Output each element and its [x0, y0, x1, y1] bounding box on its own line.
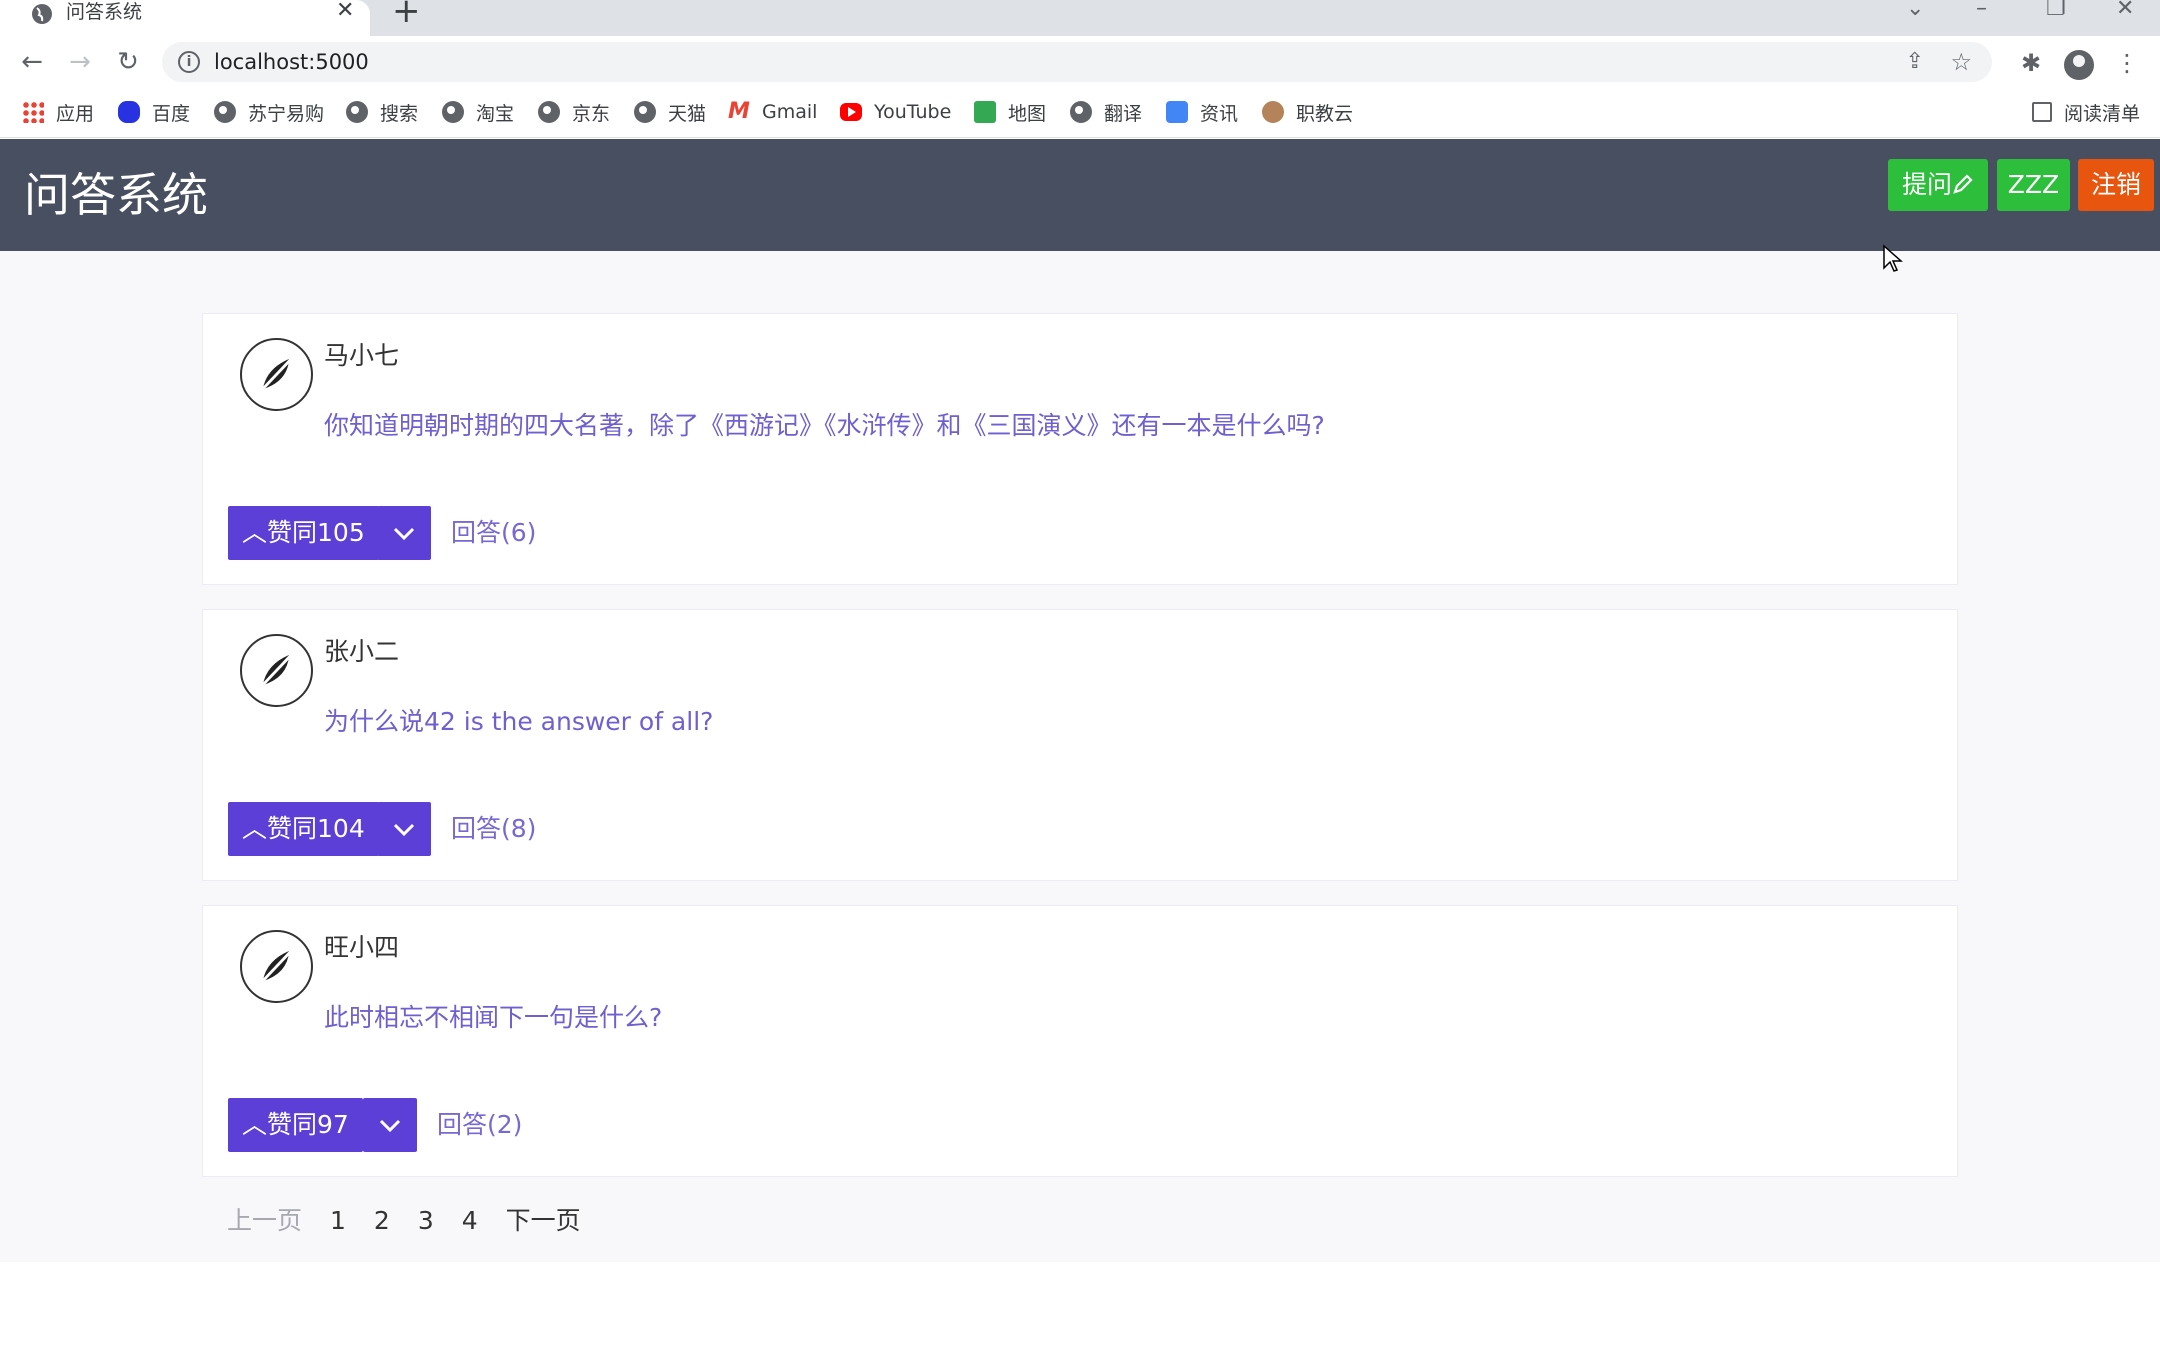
- forward-icon[interactable]: →: [64, 46, 96, 78]
- restore-icon[interactable]: ❐: [2046, 0, 2066, 21]
- reload-icon[interactable]: ↻: [112, 46, 144, 78]
- url-text[interactable]: localhost:5000: [214, 42, 369, 82]
- bookmark-tmall[interactable]: 天猫: [634, 90, 706, 134]
- close-tab-icon[interactable]: ✕: [336, 0, 354, 22]
- downvote-button[interactable]: [377, 506, 431, 560]
- browser-tab[interactable]: 问答系统 ✕: [0, 0, 370, 36]
- avatar[interactable]: [240, 634, 313, 707]
- profile-avatar-icon[interactable]: [2064, 50, 2094, 80]
- window-close-icon[interactable]: ✕: [2116, 0, 2134, 21]
- page-link-4[interactable]: 4: [462, 1203, 478, 1239]
- tab-strip: 问答系统 ✕ + ⌄ – ❐ ✕: [0, 0, 2160, 36]
- avatar[interactable]: [240, 930, 313, 1003]
- site-info-icon[interactable]: i: [178, 51, 200, 73]
- question-card: 张小二 为什么说42 is the answer of all? ︿赞同104 …: [202, 609, 1958, 881]
- app-header: 问答系统 提问 ZZZ 注销: [0, 139, 2160, 251]
- question-title-link[interactable]: 为什么说42 is the answer of all?: [324, 704, 713, 740]
- bookmark-star-icon[interactable]: ☆: [1950, 42, 1972, 82]
- logout-button[interactable]: 注销: [2078, 159, 2154, 211]
- prev-page-link[interactable]: 上一页: [227, 1203, 302, 1239]
- downvote-button[interactable]: [363, 1098, 417, 1152]
- question-author[interactable]: 马小七: [324, 338, 399, 374]
- back-icon[interactable]: ←: [16, 46, 48, 78]
- answers-link[interactable]: 回答(8): [451, 802, 536, 856]
- site-title[interactable]: 问答系统: [24, 167, 208, 223]
- answers-link[interactable]: 回答(6): [451, 506, 536, 560]
- caret-up-icon: ︿: [242, 814, 268, 843]
- upvote-button[interactable]: ︿赞同104: [228, 802, 379, 856]
- new-tab-icon[interactable]: +: [392, 0, 421, 28]
- question-card: 旺小四 此时相忘不相闻下一句是什么? ︿赞同97 回答(2): [202, 905, 1958, 1177]
- address-bar[interactable]: i localhost:5000 ⇪ ☆: [162, 42, 1992, 82]
- zjy-icon: [1262, 101, 1284, 123]
- globe-icon: [346, 101, 368, 123]
- answers-link[interactable]: 回答(2): [437, 1098, 522, 1152]
- question-author[interactable]: 旺小四: [324, 930, 399, 966]
- page-link-1[interactable]: 1: [330, 1203, 346, 1239]
- user-button[interactable]: ZZZ: [1997, 159, 2070, 211]
- chevron-down-icon: [393, 527, 415, 541]
- globe-icon: [32, 4, 52, 24]
- bookmark-apps[interactable]: 应用: [22, 90, 94, 134]
- apps-icon: [22, 101, 44, 123]
- youtube-icon: [840, 103, 862, 121]
- reading-list-icon: [2032, 102, 2052, 122]
- tab-title: 问答系统: [66, 1, 143, 23]
- globe-icon: [214, 101, 236, 123]
- bookmark-gmail[interactable]: M Gmail: [728, 90, 817, 134]
- browser-toolbar: ← → ↻ i localhost:5000 ⇪ ☆ ✱ ⋮: [0, 36, 2160, 90]
- bookmark-translate[interactable]: 翻译: [1070, 90, 1142, 134]
- page-link-3[interactable]: 3: [418, 1203, 434, 1239]
- chevron-down-icon: [393, 823, 415, 837]
- bookmark-youtube[interactable]: YouTube: [840, 90, 951, 134]
- pagination: 上一页 1 2 3 4 下一页: [227, 1203, 609, 1239]
- ask-question-button[interactable]: 提问: [1888, 159, 1988, 211]
- menu-kebab-icon[interactable]: ⋮: [2110, 46, 2144, 80]
- bookmark-search[interactable]: 搜索: [346, 90, 418, 134]
- page-link-2[interactable]: 2: [374, 1203, 390, 1239]
- baidu-icon: [118, 101, 140, 123]
- globe-icon: [538, 101, 560, 123]
- globe-icon: [1070, 101, 1092, 123]
- bookmark-taobao[interactable]: 淘宝: [442, 90, 514, 134]
- mouse-cursor-icon: [1883, 244, 1903, 272]
- news-icon: [1166, 101, 1188, 123]
- minimize-icon[interactable]: –: [1976, 0, 1987, 21]
- avatar[interactable]: [240, 338, 313, 411]
- chevron-down-icon: [379, 1119, 401, 1133]
- share-icon[interactable]: ⇪: [1906, 42, 1924, 82]
- bookmark-baidu[interactable]: 百度: [118, 90, 190, 134]
- question-author[interactable]: 张小二: [324, 634, 399, 670]
- globe-icon: [634, 101, 656, 123]
- pencil-icon: [1953, 174, 1973, 194]
- upvote-button[interactable]: ︿赞同105: [228, 506, 379, 560]
- bookmark-maps[interactable]: 地图: [974, 90, 1046, 134]
- bookmark-suning[interactable]: 苏宁易购: [214, 90, 324, 134]
- question-card: 马小七 你知道明朝时期的四大名著，除了《西游记》《水浒传》和《三国演义》还有一本…: [202, 313, 1958, 585]
- gmail-icon: M: [728, 99, 750, 124]
- downvote-button[interactable]: [377, 802, 431, 856]
- question-title-link[interactable]: 你知道明朝时期的四大名著，除了《西游记》《水浒传》和《三国演义》还有一本是什么吗…: [324, 408, 1325, 444]
- caret-up-icon: ︿: [242, 1110, 268, 1139]
- question-title-link[interactable]: 此时相忘不相闻下一句是什么?: [324, 1000, 662, 1036]
- next-page-link[interactable]: 下一页: [506, 1203, 581, 1239]
- tab-search-icon[interactable]: ⌄: [1906, 0, 1924, 21]
- upvote-button[interactable]: ︿赞同97: [228, 1098, 363, 1152]
- bookmark-zjy[interactable]: 职教云: [1262, 90, 1353, 134]
- bookmarks-bar: 应用 百度 苏宁易购 搜索 淘宝 京东 天猫 M Gmail YouTube 地图…: [0, 90, 2160, 138]
- extensions-icon[interactable]: ✱: [2014, 46, 2048, 80]
- maps-icon: [974, 101, 996, 123]
- bookmark-news[interactable]: 资讯: [1166, 90, 1238, 134]
- reading-list[interactable]: 阅读清单: [2032, 90, 2140, 134]
- caret-up-icon: ︿: [242, 518, 268, 547]
- globe-icon: [442, 101, 464, 123]
- bookmark-jd[interactable]: 京东: [538, 90, 610, 134]
